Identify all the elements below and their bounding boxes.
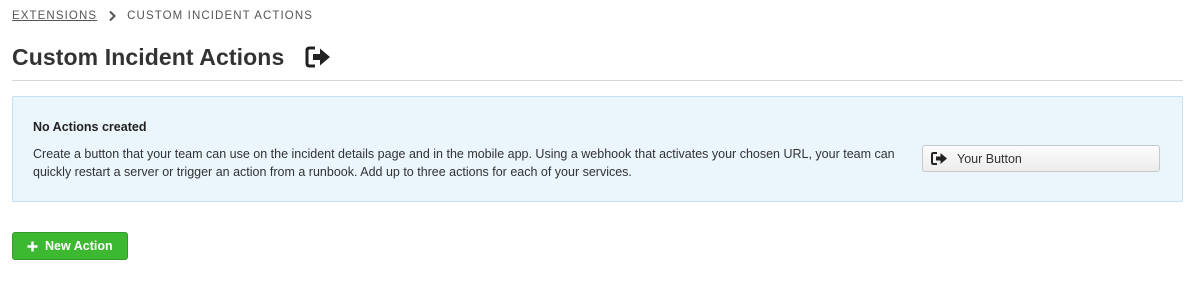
page: EXTENSIONS CUSTOM INCIDENT ACTIONS Custo… xyxy=(0,0,1194,288)
breadcrumb-current: CUSTOM INCIDENT ACTIONS xyxy=(127,10,314,22)
breadcrumb: EXTENSIONS CUSTOM INCIDENT ACTIONS xyxy=(12,9,313,23)
empty-state-title: No Actions created xyxy=(33,120,147,134)
plus-icon xyxy=(27,241,38,251)
chevron-right-icon xyxy=(109,10,117,22)
sample-action-button-label: Your Button xyxy=(957,151,1022,166)
new-action-button[interactable]: New Action xyxy=(12,232,128,260)
sign-out-arrow-icon xyxy=(931,152,947,165)
sign-out-arrow-icon xyxy=(305,46,331,68)
breadcrumb-link-extensions[interactable]: EXTENSIONS xyxy=(12,10,97,22)
empty-state-panel: No Actions created Create a button that … xyxy=(12,96,1183,202)
header-divider xyxy=(12,80,1183,81)
page-header: Custom Incident Actions xyxy=(12,42,332,72)
new-action-button-label: New Action xyxy=(45,239,113,253)
empty-state-description: Create a button that your team can use o… xyxy=(33,147,895,179)
page-title: Custom Incident Actions xyxy=(12,43,285,70)
sample-action-button[interactable]: Your Button xyxy=(922,145,1160,172)
